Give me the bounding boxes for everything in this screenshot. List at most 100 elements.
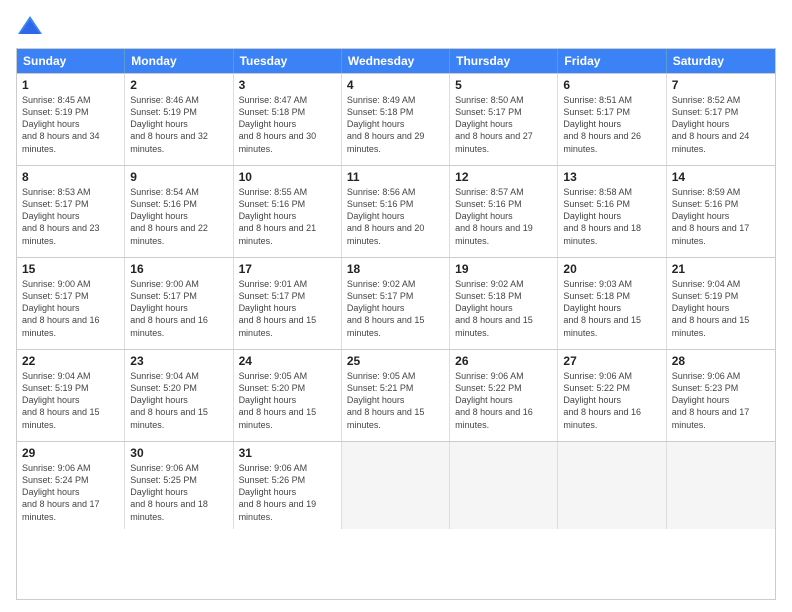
calendar-cell (450, 442, 558, 529)
day-info: Sunrise: 9:06 AMSunset: 5:22 PMDaylight … (563, 370, 660, 431)
calendar-cell: 1 Sunrise: 8:45 AMSunset: 5:19 PMDaylight… (17, 74, 125, 165)
weekday-header: Saturday (667, 49, 775, 73)
day-number: 25 (347, 354, 444, 368)
calendar-cell: 5 Sunrise: 8:50 AMSunset: 5:17 PMDaylight… (450, 74, 558, 165)
calendar-cell: 20 Sunrise: 9:03 AMSunset: 5:18 PMDayligh… (558, 258, 666, 349)
day-number: 1 (22, 78, 119, 92)
calendar-cell: 6 Sunrise: 8:51 AMSunset: 5:17 PMDaylight… (558, 74, 666, 165)
day-info: Sunrise: 9:06 AMSunset: 5:25 PMDaylight … (130, 462, 227, 523)
day-info: Sunrise: 9:02 AMSunset: 5:17 PMDaylight … (347, 278, 444, 339)
calendar-cell: 18 Sunrise: 9:02 AMSunset: 5:17 PMDayligh… (342, 258, 450, 349)
calendar-cell: 2 Sunrise: 8:46 AMSunset: 5:19 PMDaylight… (125, 74, 233, 165)
header (16, 12, 776, 40)
calendar-cell: 16Sunrise: 9:00 AMSunset: 5:17 PMDayligh… (125, 258, 233, 349)
calendar-week: 1 Sunrise: 8:45 AMSunset: 5:19 PMDaylight… (17, 73, 775, 165)
day-number: 14 (672, 170, 770, 184)
day-number: 13 (563, 170, 660, 184)
day-number: 18 (347, 262, 444, 276)
calendar-cell: 8Sunrise: 8:53 AMSunset: 5:17 PMDaylight… (17, 166, 125, 257)
calendar-cell: 19 Sunrise: 9:02 AMSunset: 5:18 PMDayligh… (450, 258, 558, 349)
day-number: 9 (130, 170, 227, 184)
day-number: 2 (130, 78, 227, 92)
calendar-cell: 27Sunrise: 9:06 AMSunset: 5:22 PMDayligh… (558, 350, 666, 441)
day-number: 24 (239, 354, 336, 368)
day-number: 6 (563, 78, 660, 92)
calendar-cell: 24 Sunrise: 9:05 AMSunset: 5:20 PMDayligh… (234, 350, 342, 441)
day-info: Sunrise: 9:00 AMSunset: 5:17 PMDaylight … (130, 278, 227, 339)
calendar-cell: 3Sunrise: 8:47 AMSunset: 5:18 PMDaylight… (234, 74, 342, 165)
day-info: Sunrise: 9:04 AMSunset: 5:19 PMDaylight … (672, 278, 770, 339)
day-info: Sunrise: 8:56 AMSunset: 5:16 PMDaylight … (347, 186, 444, 247)
calendar-cell: 23 Sunrise: 9:04 AMSunset: 5:20 PMDayligh… (125, 350, 233, 441)
day-info: Sunrise: 9:06 AMSunset: 5:24 PMDaylight … (22, 462, 119, 523)
day-info: Sunrise: 9:05 AMSunset: 5:21 PMDaylight … (347, 370, 444, 431)
day-info: Sunrise: 9:03 AMSunset: 5:18 PMDaylight … (563, 278, 660, 339)
calendar-cell: 31 Sunrise: 9:06 AMSunset: 5:26 PMDayligh… (234, 442, 342, 529)
day-number: 15 (22, 262, 119, 276)
calendar-header: SundayMondayTuesdayWednesdayThursdayFrid… (17, 49, 775, 73)
weekday-header: Wednesday (342, 49, 450, 73)
weekday-header: Friday (558, 49, 666, 73)
day-number: 17 (239, 262, 336, 276)
day-info: Sunrise: 8:45 AMSunset: 5:19 PMDaylight … (22, 94, 119, 155)
day-info: Sunrise: 8:51 AMSunset: 5:17 PMDaylight … (563, 94, 660, 155)
day-info: Sunrise: 8:52 AMSunset: 5:17 PMDaylight … (672, 94, 770, 155)
day-number: 23 (130, 354, 227, 368)
weekday-header: Tuesday (234, 49, 342, 73)
day-info: Sunrise: 8:49 AMSunset: 5:18 PMDaylight … (347, 94, 444, 155)
day-number: 5 (455, 78, 552, 92)
day-number: 21 (672, 262, 770, 276)
day-number: 7 (672, 78, 770, 92)
calendar-cell: 14 Sunrise: 8:59 AMSunset: 5:16 PMDayligh… (667, 166, 775, 257)
day-number: 12 (455, 170, 552, 184)
calendar-cell: 11 Sunrise: 8:56 AMSunset: 5:16 PMDayligh… (342, 166, 450, 257)
day-number: 19 (455, 262, 552, 276)
weekday-header: Sunday (17, 49, 125, 73)
day-info: Sunrise: 8:58 AMSunset: 5:16 PMDaylight … (563, 186, 660, 247)
calendar-week: 22Sunrise: 9:04 AMSunset: 5:19 PMDayligh… (17, 349, 775, 441)
weekday-header: Monday (125, 49, 233, 73)
calendar-cell (342, 442, 450, 529)
calendar-cell: 25 Sunrise: 9:05 AMSunset: 5:21 PMDayligh… (342, 350, 450, 441)
day-info: Sunrise: 9:04 AMSunset: 5:19 PMDaylight … (22, 370, 119, 431)
calendar-cell: 17 Sunrise: 9:01 AMSunset: 5:17 PMDayligh… (234, 258, 342, 349)
calendar-cell: 30 Sunrise: 9:06 AMSunset: 5:25 PMDayligh… (125, 442, 233, 529)
logo-icon (16, 12, 44, 40)
day-info: Sunrise: 9:04 AMSunset: 5:20 PMDaylight … (130, 370, 227, 431)
day-info: Sunrise: 8:50 AMSunset: 5:17 PMDaylight … (455, 94, 552, 155)
day-info: Sunrise: 8:46 AMSunset: 5:19 PMDaylight … (130, 94, 227, 155)
calendar-cell: 13 Sunrise: 8:58 AMSunset: 5:16 PMDayligh… (558, 166, 666, 257)
day-info: Sunrise: 9:06 AMSunset: 5:26 PMDaylight … (239, 462, 336, 523)
day-info: Sunrise: 8:59 AMSunset: 5:16 PMDaylight … (672, 186, 770, 247)
day-number: 8 (22, 170, 119, 184)
day-number: 29 (22, 446, 119, 460)
calendar-week: 29 Sunrise: 9:06 AMSunset: 5:24 PMDayligh… (17, 441, 775, 529)
day-number: 28 (672, 354, 770, 368)
day-info: Sunrise: 9:06 AMSunset: 5:22 PMDaylight … (455, 370, 552, 431)
calendar: SundayMondayTuesdayWednesdayThursdayFrid… (16, 48, 776, 600)
calendar-cell: 29 Sunrise: 9:06 AMSunset: 5:24 PMDayligh… (17, 442, 125, 529)
calendar-week: 8Sunrise: 8:53 AMSunset: 5:17 PMDaylight… (17, 165, 775, 257)
calendar-cell: 4Sunrise: 8:49 AMSunset: 5:18 PMDaylight… (342, 74, 450, 165)
calendar-week: 15 Sunrise: 9:00 AMSunset: 5:17 PMDayligh… (17, 257, 775, 349)
day-info: Sunrise: 9:01 AMSunset: 5:17 PMDaylight … (239, 278, 336, 339)
day-number: 30 (130, 446, 227, 460)
calendar-cell: 15 Sunrise: 9:00 AMSunset: 5:17 PMDayligh… (17, 258, 125, 349)
day-info: Sunrise: 9:05 AMSunset: 5:20 PMDaylight … (239, 370, 336, 431)
calendar-container: SundayMondayTuesdayWednesdayThursdayFrid… (0, 0, 792, 612)
calendar-cell: 22Sunrise: 9:04 AMSunset: 5:19 PMDayligh… (17, 350, 125, 441)
day-number: 10 (239, 170, 336, 184)
day-info: Sunrise: 9:02 AMSunset: 5:18 PMDaylight … (455, 278, 552, 339)
day-number: 20 (563, 262, 660, 276)
calendar-cell: 26Sunrise: 9:06 AMSunset: 5:22 PMDayligh… (450, 350, 558, 441)
day-info: Sunrise: 8:55 AMSunset: 5:16 PMDaylight … (239, 186, 336, 247)
calendar-body: 1 Sunrise: 8:45 AMSunset: 5:19 PMDaylight… (17, 73, 775, 529)
day-info: Sunrise: 8:54 AMSunset: 5:16 PMDaylight … (130, 186, 227, 247)
day-number: 31 (239, 446, 336, 460)
logo (16, 12, 48, 40)
calendar-cell: 28Sunrise: 9:06 AMSunset: 5:23 PMDayligh… (667, 350, 775, 441)
day-info: Sunrise: 8:57 AMSunset: 5:16 PMDaylight … (455, 186, 552, 247)
day-info: Sunrise: 9:00 AMSunset: 5:17 PMDaylight … (22, 278, 119, 339)
day-number: 11 (347, 170, 444, 184)
day-info: Sunrise: 8:47 AMSunset: 5:18 PMDaylight … (239, 94, 336, 155)
